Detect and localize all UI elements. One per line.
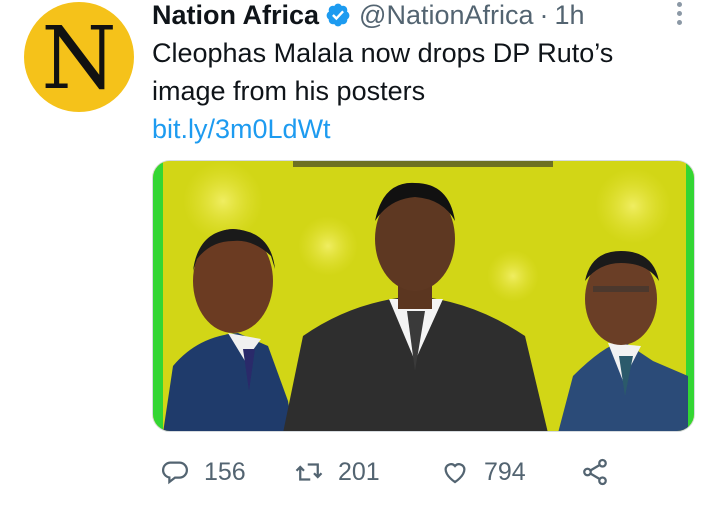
tweet-text: Cleophas Malala now drops DP Ruto’s imag… — [152, 38, 614, 106]
tweet-media-image[interactable] — [152, 160, 695, 432]
share-icon — [583, 458, 607, 486]
retweet-count: 201 — [338, 457, 380, 486]
display-name[interactable]: Nation Africa — [152, 0, 319, 31]
avatar-logo-letter: N — [41, 9, 117, 109]
reply-count: 156 — [204, 457, 246, 486]
heart-icon — [444, 463, 466, 484]
tweet-link[interactable]: bit.ly/3m0LdWt — [152, 114, 331, 145]
separator-dot: · — [539, 0, 549, 30]
poster-photo — [153, 161, 694, 431]
verified-badge-icon — [326, 3, 350, 27]
retweet-icon — [295, 463, 323, 481]
reply-button[interactable]: 156 — [160, 452, 246, 492]
like-button[interactable]: 794 — [440, 452, 526, 492]
tweet[interactable]: N Nation Africa @NationAfrica · 1h Cleop… — [0, 0, 720, 507]
tweet-actions: 156 201 794 — [152, 452, 622, 492]
reply-icon — [161, 461, 188, 485]
share-button[interactable] — [580, 452, 610, 492]
more-options-icon[interactable] — [672, 2, 686, 28]
avatar[interactable]: N — [24, 2, 134, 112]
tweet-header: Nation Africa @NationAfrica · 1h — [152, 0, 585, 30]
user-handle[interactable]: @NationAfrica — [359, 0, 533, 31]
retweet-button[interactable]: 201 — [294, 452, 380, 492]
like-count: 794 — [484, 457, 526, 486]
tweet-timestamp[interactable]: 1h — [555, 0, 585, 31]
